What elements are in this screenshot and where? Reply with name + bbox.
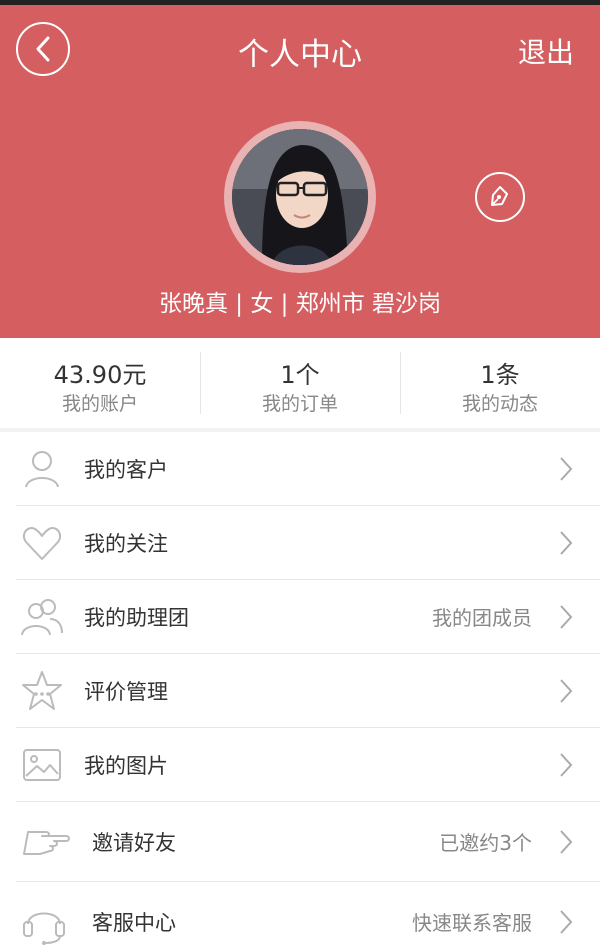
menu-item-label: 我的客户 [84,457,168,482]
menu-item-label: 我的关注 [84,531,168,556]
chevron-right-icon [560,678,573,703]
headset-icon [23,912,65,945]
stats-bar: 43.90元 我的账户 1个 我的订单 1条 我的动态 [0,338,600,428]
stat-label: 我的订单 [261,393,338,415]
profile-page: 个人中心 退出 张晚真 | 女 | 郑州市 碧沙岗 43.90元 我的账户 1个… [0,0,600,951]
group-icon [21,598,63,635]
menu-item-assistant-team[interactable]: 我的助理团 我的团成员 [16,580,600,654]
hand-icon [23,830,70,855]
menu-item-my-pictures[interactable]: 我的图片 [16,728,600,802]
menu-item-label: 评价管理 [84,679,168,704]
menu-item-my-clients[interactable]: 我的客户 [16,432,600,506]
menu-item-extra: 快速联系客服 [412,911,532,935]
stat-value: 1个 [280,361,320,389]
profile-header: 个人中心 退出 张晚真 | 女 | 郑州市 碧沙岗 [0,5,600,338]
menu-item-customer-service[interactable]: 客服中心 快速联系客服 [16,882,600,951]
stat-orders[interactable]: 1个 我的订单 [200,338,400,428]
picture-icon [23,748,61,781]
menu-item-label: 邀请好友 [92,830,176,855]
menu-item-label: 客服中心 [92,910,176,935]
menu-item-my-follows[interactable]: 我的关注 [16,506,600,580]
stat-label: 我的账户 [61,393,138,415]
profile-info: 张晚真 | 女 | 郑州市 碧沙岗 [158,291,442,317]
menu-item-label: 我的助理团 [84,605,189,630]
avatar[interactable] [224,121,376,273]
chevron-right-icon [560,829,573,854]
stat-label: 我的动态 [461,393,538,415]
chevron-right-icon [560,604,573,629]
menu-item-invite-friends[interactable]: 邀请好友 已邀约3个 [16,802,600,882]
stat-posts[interactable]: 1条 我的动态 [400,338,600,428]
heart-icon [22,526,62,560]
menu-list: 我的客户 我的关注 我的助理团 我的团成员 评价管理 我的图片 邀请好友 已邀约… [0,432,600,951]
stat-value: 1条 [480,361,520,389]
chevron-right-icon [560,530,573,555]
star-icon [22,670,62,710]
chevron-right-icon [560,456,573,481]
pen-icon [491,186,508,206]
page-title: 个人中心 [238,37,362,73]
menu-item-extra: 我的团成员 [432,606,532,630]
menu-item-review-management[interactable]: 评价管理 [16,654,600,728]
stat-account[interactable]: 43.90元 我的账户 [0,338,200,428]
chevron-right-icon [560,909,573,934]
chevron-right-icon [560,752,573,777]
user-icon [25,450,59,487]
avatar-photo [232,129,368,265]
menu-item-label: 我的图片 [84,753,168,778]
menu-item-extra: 已邀约3个 [439,831,532,855]
stat-value: 43.90元 [53,361,147,389]
logout-button[interactable]: 退出 [518,31,574,71]
edit-profile-button[interactable] [475,172,525,222]
